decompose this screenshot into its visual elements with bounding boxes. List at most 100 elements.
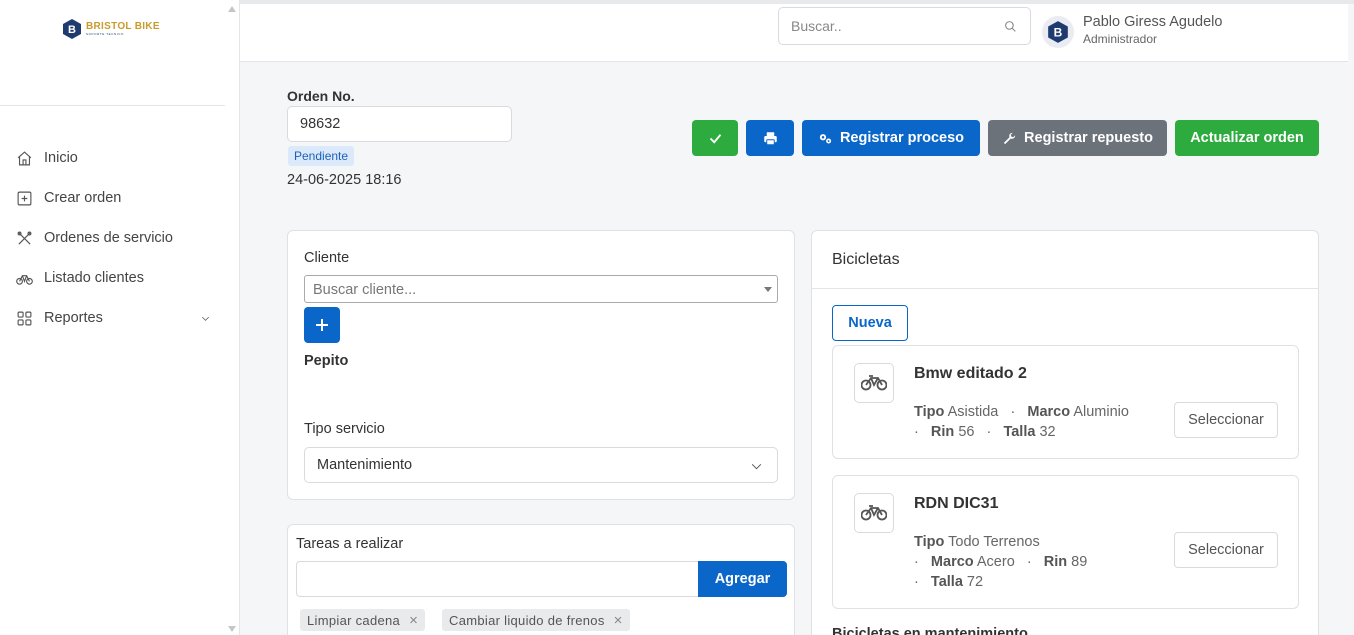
select-bike-button[interactable]: Seleccionar <box>1174 402 1278 438</box>
search-icon[interactable] <box>1004 20 1017 33</box>
update-order-button[interactable]: Actualizar orden <box>1175 120 1319 156</box>
sidebar-item-listado-clientes[interactable]: Listado clientes <box>0 258 225 298</box>
attr-label: Rin <box>1043 554 1068 570</box>
home-icon <box>17 150 32 165</box>
topbar: B Pablo Giress Agudelo Administrador <box>240 0 1354 62</box>
bike-name: RDN DIC31 <box>914 495 999 512</box>
printer-icon <box>763 131 777 145</box>
task-chip-label: Limpiar cadena <box>307 612 401 628</box>
sidebar-item-crear-orden[interactable]: Crear orden <box>0 178 225 218</box>
client-card: Cliente Buscar cliente... Pepito Tipo se… <box>287 230 795 500</box>
sidebar-item-label: Ordenes de servicio <box>44 230 173 246</box>
confirm-button[interactable] <box>692 120 738 156</box>
sidebar-item-label: Reportes <box>44 310 103 326</box>
chevron-down-icon <box>202 316 209 321</box>
svg-text:B: B <box>1054 25 1063 39</box>
attr-value: 32 <box>1039 424 1056 440</box>
order-number-field[interactable]: 98632 <box>287 106 512 142</box>
page-scrollbar[interactable] <box>1348 4 1354 635</box>
wrench-icon <box>1003 132 1016 144</box>
task-chip-label: Cambiar liquido de frenos <box>449 612 605 628</box>
bikes-card: Bicicletas Nueva Bmw editado 2 Tipo Asis… <box>811 230 1319 635</box>
user-profile[interactable]: B Pablo Giress Agudelo Administrador <box>1042 14 1222 48</box>
sidebar: B BRISTOL BIKE SOPORTE TECNICO Inicio Cr… <box>0 0 240 635</box>
task-input[interactable] <box>296 561 699 597</box>
register-part-label: Registrar repuesto <box>1024 130 1153 146</box>
sidebar-item-label: Inicio <box>44 150 78 166</box>
grid-icon <box>17 311 32 325</box>
selected-client-name: Pepito <box>304 353 349 369</box>
chevron-down-icon <box>751 463 762 470</box>
print-button[interactable] <box>746 120 794 156</box>
svg-text:B: B <box>68 24 76 36</box>
attr-label: Rin <box>930 424 955 440</box>
order-date: 24-06-2025 18:16 <box>287 172 402 188</box>
plus-icon <box>316 319 328 331</box>
register-process-label: Registrar proceso <box>839 130 965 146</box>
maintenance-bikes-title: Bicicletas en mantenimiento <box>832 626 1028 635</box>
attr-value: Asistida <box>947 404 999 420</box>
search-box <box>778 7 1031 45</box>
sidebar-item-label: Crear orden <box>44 190 122 206</box>
tools-icon <box>17 231 32 245</box>
scroll-down-icon[interactable] <box>228 626 236 632</box>
brand-tagline: SOPORTE TECNICO <box>86 32 124 36</box>
shield-logo-icon: B <box>1048 21 1068 43</box>
service-type-value: Mantenimiento <box>317 457 413 473</box>
bicycle-icon <box>854 493 894 533</box>
bike-attributes: Tipo Asistida · Marco Aluminio · Rin 56 … <box>914 404 1129 440</box>
bikes-title: Bicicletas <box>832 251 900 268</box>
sidebar-item-ordenes-servicio[interactable]: Ordenes de servicio <box>0 218 225 258</box>
gears-icon <box>819 133 832 143</box>
attr-value: Acero <box>976 554 1015 570</box>
add-client-button[interactable] <box>304 307 340 343</box>
sidebar-scrollbar[interactable] <box>226 6 238 632</box>
client-label: Cliente <box>304 250 350 266</box>
sidebar-nav: Inicio Crear orden Ordenes de servicio L… <box>0 138 225 338</box>
scroll-up-icon[interactable] <box>228 6 236 12</box>
service-type-label: Tipo servicio <box>304 421 385 437</box>
new-bike-button[interactable]: Nueva <box>832 305 908 341</box>
sidebar-item-inicio[interactable]: Inicio <box>0 138 225 178</box>
sidebar-divider <box>0 105 225 106</box>
caret-down-icon <box>764 287 772 292</box>
attr-label: Talla <box>1003 424 1036 440</box>
bike-name: Bmw editado 2 <box>914 365 1027 382</box>
remove-icon[interactable]: × <box>614 612 623 629</box>
remove-icon[interactable]: × <box>409 612 418 629</box>
register-process-button[interactable]: Registrar proceso <box>802 120 980 156</box>
add-task-button[interactable]: Agregar <box>698 561 787 597</box>
attr-label: Tipo <box>914 404 945 420</box>
avatar: B <box>1042 16 1074 48</box>
brand-logo[interactable]: B BRISTOL BIKE SOPORTE TECNICO <box>62 18 160 40</box>
client-select[interactable]: Buscar cliente... <box>304 275 778 303</box>
service-type-select[interactable]: Mantenimiento <box>304 447 778 483</box>
sidebar-item-reportes[interactable]: Reportes <box>0 298 225 338</box>
user-role: Administrador <box>1083 32 1158 47</box>
bicycle-icon <box>854 363 894 403</box>
bikes-card-header: Bicicletas <box>812 231 1318 289</box>
attr-value: Aluminio <box>1073 404 1129 420</box>
register-part-button[interactable]: Registrar repuesto <box>988 120 1167 156</box>
brand-name: BRISTOL BIKE <box>86 21 160 32</box>
bicycle-icon <box>16 274 33 285</box>
attr-value: 72 <box>966 574 984 590</box>
attr-value: Todo Terrenos <box>948 534 1040 550</box>
task-chip: Limpiar cadena × <box>300 609 426 631</box>
attr-label: Marco <box>930 554 974 570</box>
order-number-label: Orden No. <box>287 88 355 104</box>
select-bike-button[interactable]: Seleccionar <box>1174 532 1278 568</box>
attr-label: Marco <box>1027 404 1071 420</box>
attr-value: 56 <box>958 424 975 440</box>
plus-square-icon <box>17 191 32 205</box>
client-select-placeholder: Buscar cliente... <box>313 282 417 298</box>
tasks-card: Tareas a realizar Agregar Limpiar cadena… <box>287 524 795 635</box>
bike-card: Bmw editado 2 Tipo Asistida · Marco Alum… <box>832 345 1299 459</box>
search-input[interactable] <box>779 8 989 44</box>
order-number-value: 98632 <box>300 116 341 132</box>
bike-attributes: Tipo Todo Terrenos · Marco Acero · Rin 8… <box>914 534 1088 590</box>
update-order-label: Actualizar orden <box>1190 130 1304 146</box>
attr-value: 89 <box>1071 554 1088 570</box>
sidebar-item-label: Listado clientes <box>44 270 144 286</box>
bike-card: RDN DIC31 Tipo Todo Terrenos · Marco Ace… <box>832 475 1299 609</box>
